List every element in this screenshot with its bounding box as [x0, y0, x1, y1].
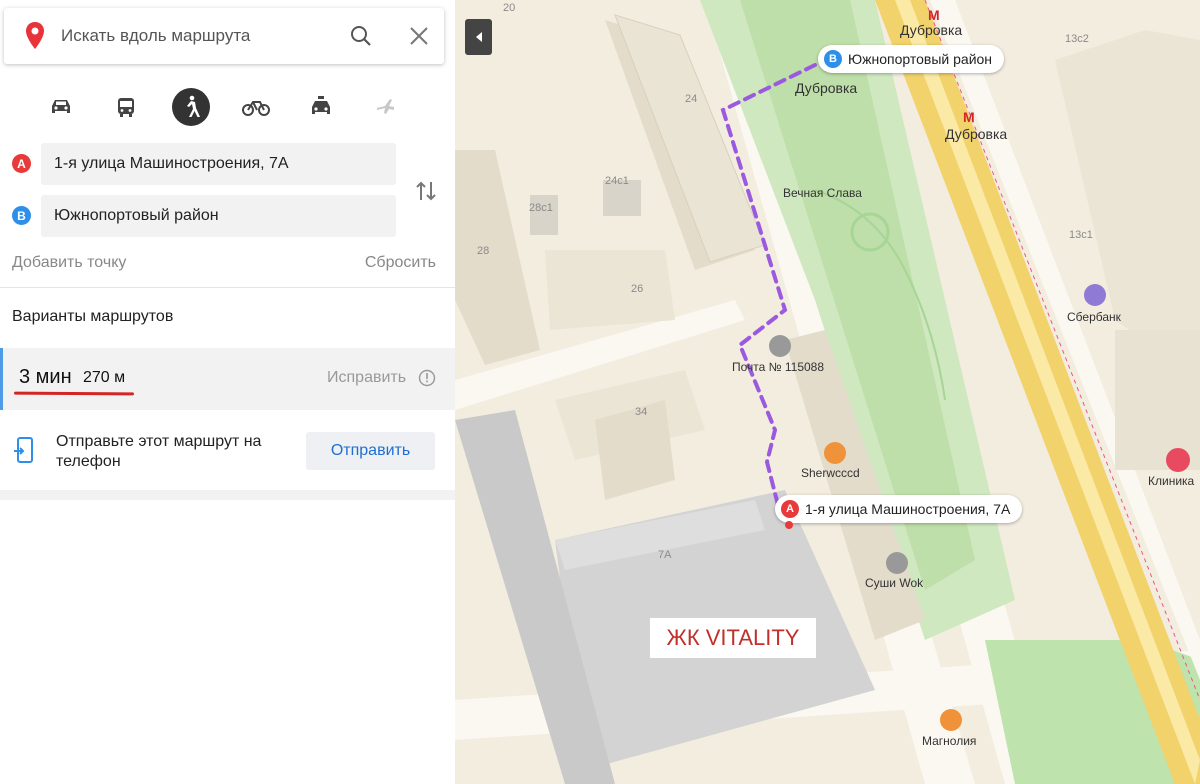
- building-number: 13с2: [1065, 33, 1089, 45]
- map-canvas: [455, 0, 1200, 784]
- route-panel: Искать вдоль маршрута A 1-я улица Машино…: [0, 0, 456, 784]
- metro-icon: М: [963, 109, 975, 125]
- point-a-badge: A: [12, 154, 31, 173]
- building-number: 28: [477, 245, 490, 257]
- chevron-left-icon: [475, 32, 482, 42]
- point-a-callout[interactable]: A 1-я улица Машиностроения, 7А: [775, 495, 1023, 523]
- route-distance: 270 м: [83, 369, 126, 386]
- building-number: 7А: [658, 549, 672, 561]
- reset-link[interactable]: Сбросить: [365, 254, 436, 272]
- point-a-dot: [785, 521, 793, 529]
- send-button[interactable]: Отправить: [306, 432, 435, 470]
- overlay-label: ЖК VITALITY: [650, 618, 816, 658]
- bus-icon[interactable]: [107, 88, 145, 126]
- shop-icon[interactable]: [940, 709, 962, 731]
- map-pin-icon: [26, 22, 44, 49]
- point-a-callout-text: 1-я улица Машиностроения, 7А: [805, 501, 1011, 517]
- car-icon[interactable]: [42, 88, 80, 126]
- fix-route-link[interactable]: Исправить: [327, 369, 406, 387]
- swap-points-icon[interactable]: [414, 180, 438, 202]
- map-view[interactable]: 20 24 28с1 24с1 28 26 34 7А 13с2 13с1 М …: [455, 0, 1200, 784]
- mail-icon[interactable]: [769, 335, 791, 357]
- info-icon[interactable]: [418, 369, 436, 387]
- divider: [0, 287, 455, 288]
- point-b-input[interactable]: Южнопортовый район: [41, 195, 396, 237]
- poi-post[interactable]: Почта № 115088: [732, 360, 824, 374]
- clinic-icon[interactable]: [1166, 448, 1190, 472]
- point-b-badge: B: [12, 206, 31, 225]
- bank-icon[interactable]: [1084, 284, 1106, 306]
- divider: [0, 490, 455, 500]
- building-number: 24: [685, 93, 698, 105]
- poi-sberbank[interactable]: Сбербанк: [1067, 310, 1121, 324]
- restaurant-icon[interactable]: [886, 552, 908, 574]
- poi-magnolia[interactable]: Магнолия: [922, 734, 976, 748]
- close-icon[interactable]: [407, 24, 431, 48]
- point-b-marker: B: [824, 50, 842, 68]
- metro-icon: М: [928, 7, 940, 23]
- bar-icon[interactable]: [824, 442, 846, 464]
- search-input[interactable]: Искать вдоль маршрута: [61, 26, 250, 46]
- stop-label[interactable]: Дубровка: [795, 80, 857, 96]
- search-icon[interactable]: [349, 24, 373, 48]
- metro-label[interactable]: Дубровка: [945, 126, 1007, 142]
- handdrawn-underline: [13, 391, 135, 396]
- route-option[interactable]: 3 мин 270 м Исправить: [0, 348, 455, 410]
- building-number: 34: [635, 406, 648, 418]
- transport-modes: [42, 88, 412, 126]
- pedestrian-icon[interactable]: [172, 88, 210, 126]
- point-b-row: B Южнопортовый район: [12, 195, 397, 237]
- routes-title: Варианты маршрутов: [12, 308, 174, 325]
- search-bar[interactable]: Искать вдоль маршрута: [4, 8, 444, 64]
- poi-sherwood[interactable]: Sherwcccd: [801, 466, 860, 480]
- building-number: 24с1: [605, 175, 629, 187]
- poi-sushi[interactable]: Суши Wok: [865, 576, 923, 590]
- point-a-marker: A: [781, 500, 799, 518]
- building-number: 28с1: [529, 202, 553, 214]
- poi-clinic[interactable]: Клиника: [1148, 474, 1194, 488]
- point-b-callout-text: Южнопортовый район: [848, 51, 993, 67]
- collapse-panel-button[interactable]: [465, 19, 492, 55]
- taxi-icon[interactable]: [302, 88, 340, 126]
- phone-icon: [14, 437, 33, 463]
- point-b-callout[interactable]: B Южнопортовый район: [818, 45, 1005, 73]
- add-point-link[interactable]: Добавить точку: [12, 254, 126, 272]
- building-number: 13с1: [1069, 229, 1093, 241]
- building-number: 20: [503, 2, 516, 14]
- poi-monument[interactable]: Вечная Слава: [783, 186, 862, 200]
- bicycle-icon[interactable]: [237, 88, 275, 126]
- metro-label[interactable]: Дубровка: [900, 22, 962, 38]
- send-to-phone: Отправьте этот маршрут на телефон Отправ…: [0, 420, 455, 490]
- building-number: 26: [631, 283, 644, 295]
- route-selected-indicator: [0, 348, 3, 410]
- point-a-input[interactable]: 1-я улица Машиностроения, 7А: [41, 143, 396, 185]
- point-a-row: A 1-я улица Машиностроения, 7А: [12, 143, 397, 185]
- route-time: 3 мин: [19, 366, 72, 388]
- send-text: Отправьте этот маршрут на телефон: [56, 433, 262, 470]
- plane-icon[interactable]: [367, 88, 405, 126]
